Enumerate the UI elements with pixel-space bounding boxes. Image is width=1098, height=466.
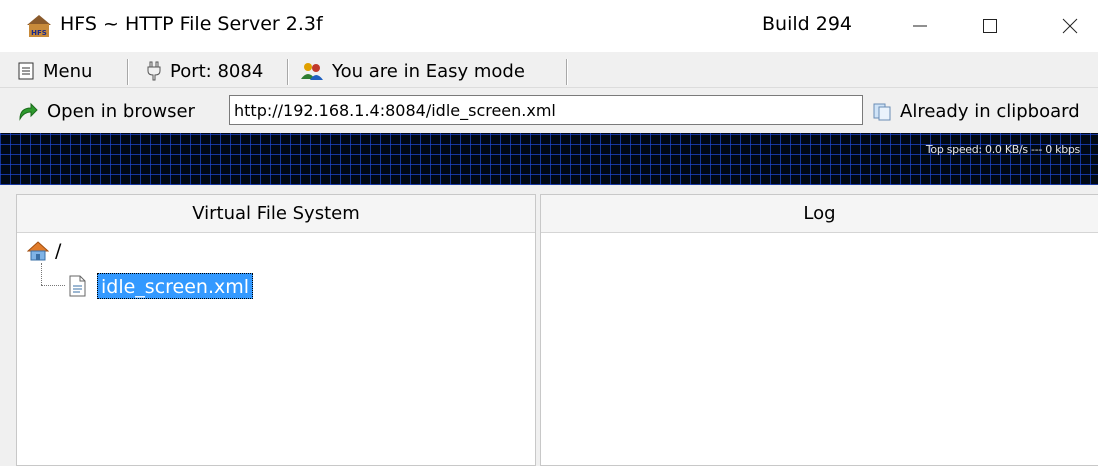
toolbar-separator xyxy=(566,59,568,85)
tree-root-label: / xyxy=(55,240,62,262)
port-label: Port: 8084 xyxy=(170,60,264,82)
log-panel-header: Log xyxy=(541,195,1098,233)
tree-file-item[interactable]: idle_screen.xml xyxy=(97,273,254,299)
hfs-app-icon: HFS xyxy=(27,15,51,37)
plug-icon xyxy=(147,61,161,81)
easy-mode-button[interactable]: You are in Easy mode xyxy=(300,58,525,84)
virtual-file-system-panel[interactable]: Virtual File System / idle_screen.xml xyxy=(16,194,536,466)
home-icon xyxy=(27,241,49,261)
copy-to-clipboard-button[interactable]: Already in clipboard xyxy=(872,97,1080,125)
users-icon xyxy=(301,63,323,80)
maximize-button[interactable] xyxy=(966,6,1014,46)
toolbar-separator xyxy=(287,59,289,85)
tree-connector xyxy=(41,285,65,286)
address-bar: Open in browser Already in clipboard xyxy=(0,90,1098,130)
tree-root-item[interactable]: / xyxy=(27,239,61,263)
menu-label: Menu xyxy=(43,60,93,82)
clipboard-label: Already in clipboard xyxy=(900,100,1080,122)
log-panel-title: Log xyxy=(803,203,836,224)
url-field[interactable] xyxy=(229,95,863,125)
mode-label: You are in Easy mode xyxy=(332,60,525,82)
menu-icon xyxy=(18,62,34,80)
vfs-panel-title: Virtual File System xyxy=(192,203,360,224)
clipboard-icon xyxy=(873,103,891,121)
close-icon xyxy=(1062,18,1078,34)
toolbar: Menu Port: 8084 You are in Easy mode xyxy=(0,52,1098,88)
open-in-browser-label: Open in browser xyxy=(47,100,195,122)
svg-text:HFS: HFS xyxy=(31,29,47,37)
open-arrow-icon xyxy=(19,102,38,121)
tree-connector xyxy=(41,263,42,285)
build-label: Build 294 xyxy=(762,13,852,35)
minimize-button[interactable] xyxy=(896,6,944,46)
log-panel[interactable]: Log xyxy=(540,194,1098,466)
minimize-icon xyxy=(913,25,927,27)
speed-graph: Top speed: 0.0 KB/s --- 0 kbps xyxy=(0,133,1098,185)
xml-file-icon xyxy=(69,275,86,297)
top-speed-label: Top speed: 0.0 KB/s --- 0 kbps xyxy=(925,143,1080,156)
vfs-panel-header: Virtual File System xyxy=(17,195,535,233)
close-button[interactable] xyxy=(1046,6,1094,46)
open-in-browser-button[interactable]: Open in browser xyxy=(17,97,195,125)
window-title: HFS ~ HTTP File Server 2.3f xyxy=(60,13,323,35)
maximize-icon xyxy=(983,19,997,33)
title-bar: HFS HFS ~ HTTP File Server 2.3f Build 29… xyxy=(0,0,1098,52)
port-button[interactable]: Port: 8084 xyxy=(146,58,263,84)
toolbar-separator xyxy=(127,59,129,85)
menu-button[interactable]: Menu xyxy=(17,58,92,84)
